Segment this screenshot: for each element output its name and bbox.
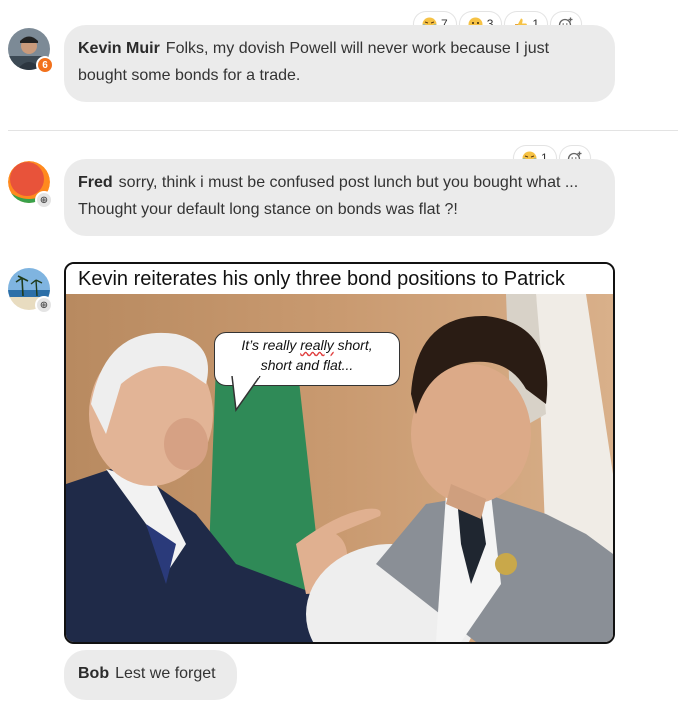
divider (8, 130, 678, 131)
meme-image[interactable]: Kevin reiterates his only three bond pos… (64, 262, 615, 644)
comment-bubble-fred: Fred sorry, think i must be confused post… (64, 159, 615, 236)
comment-author[interactable]: Fred (78, 174, 113, 191)
comment-bubble-bob: Bob Lest we forget (64, 650, 237, 700)
speech-line-1: It’s really really short, (241, 337, 373, 353)
meme-title: Kevin reiterates his only three bond pos… (66, 264, 613, 294)
speech-bubble-tail (231, 376, 261, 412)
comment-text: sorry, think i must be confused post lun… (78, 174, 579, 218)
comment-author[interactable]: Kevin Muir (78, 40, 160, 57)
comment-author[interactable]: Bob (78, 665, 109, 682)
comment-bubble-kevin: Kevin Muir Folks, my dovish Powell will n… (64, 25, 615, 102)
comment-text: Lest we forget (115, 665, 216, 682)
member-badge-icon: ⊕ (35, 296, 53, 314)
speech-line-2: short and flat... (260, 357, 354, 373)
member-badge-icon: ⊕ (35, 191, 53, 209)
avatar-badge: 6 (36, 56, 54, 74)
